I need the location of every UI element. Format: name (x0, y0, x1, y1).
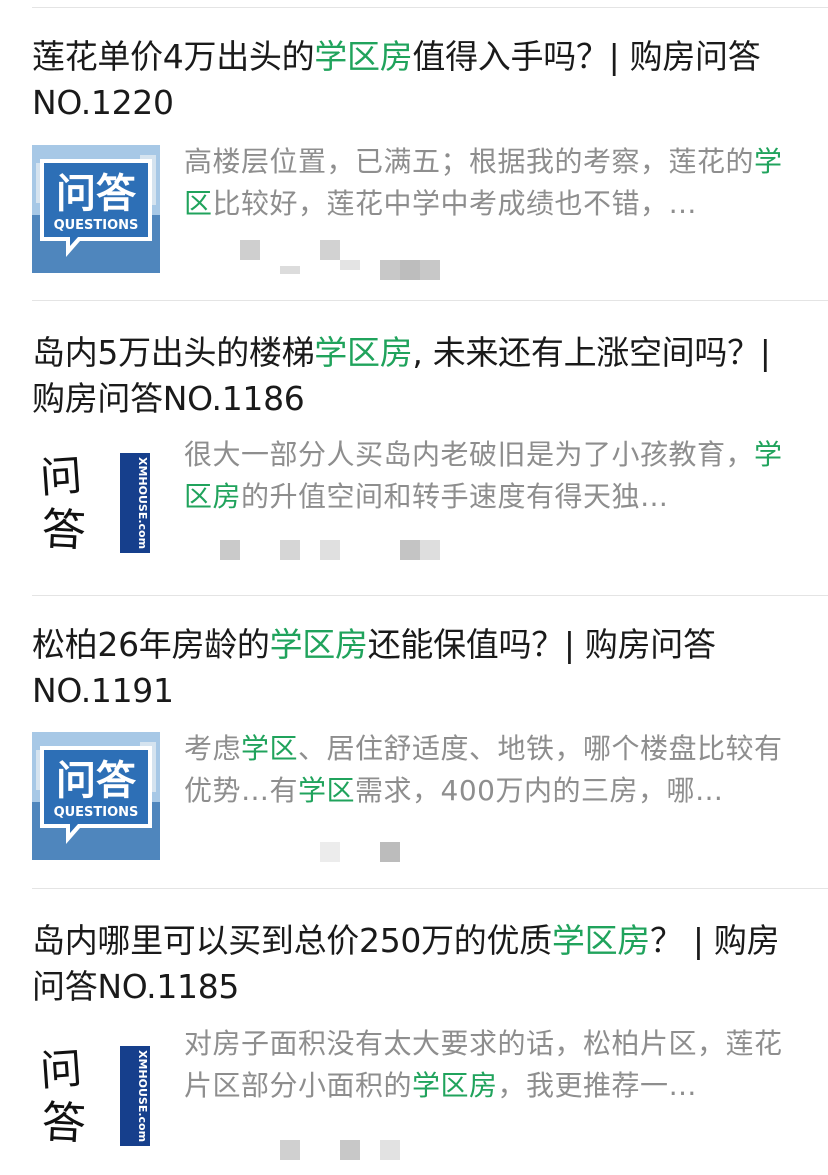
snippet-keyword: 学区房 (412, 1069, 498, 1102)
article-title[interactable]: 岛内哪里可以买到总价250万的优质学区房？ | 购房问答NO.1185 (32, 918, 807, 1010)
title-keyword: 学区房 (314, 37, 413, 76)
snippet-keyword: 学区 (241, 732, 299, 765)
snippet-text: 高楼层位置，已满五；根据我的考察，莲花的 (184, 145, 755, 178)
title-text: 岛内哪里可以买到总价250万的优质 (32, 921, 552, 960)
badge-sublabel: QUESTIONS (54, 218, 139, 233)
snippet-text: 很大一部分人买岛内老破旧是为了小孩教育， (184, 438, 755, 471)
title-text: 莲花单价4万出头的 (32, 37, 315, 76)
article-title[interactable]: 莲花单价4万出头的学区房值得入手吗？| 购房问答NO.1220 (32, 34, 807, 126)
questions-badge-thumbnail[interactable]: 问答 QUESTIONS (32, 145, 160, 273)
title-keyword: 学区房 (314, 333, 413, 372)
calligraphy-label: 答 (40, 1097, 87, 1150)
badge-sublabel: QUESTIONS (54, 805, 139, 820)
snippet-text: 的升值空间和转手速度有得天独… (241, 480, 669, 513)
divider (32, 300, 828, 301)
snippet-text: ，我更推荐一… (497, 1069, 698, 1102)
calligraphy-label: 问 (38, 451, 83, 503)
snippet-keyword: 学区 (298, 774, 356, 807)
article-item[interactable]: 岛内哪里可以买到总价250万的优质学区房？ | 购房问答NO.1185 问 答 … (0, 918, 828, 1175)
badge-label: 问答 (56, 758, 137, 804)
title-text: 松柏26年房龄的 (32, 625, 270, 664)
article-snippet: 对房子面积没有太大要求的话，松柏片区，莲花片区部分小面积的学区房，我更推荐一… (184, 1023, 804, 1107)
calligraphy-label: 答 (40, 504, 87, 557)
brand-vertical-text: XMHOUSE.com (136, 457, 149, 549)
article-item[interactable]: 莲花单价4万出头的学区房值得入手吗？| 购房问答NO.1220 问答 QUEST… (0, 34, 828, 304)
snippet-text: 需求，400万内的三房，哪… (355, 774, 724, 807)
article-snippet: 很大一部分人买岛内老破旧是为了小孩教育，学区房的升值空间和转手速度有得天独… (184, 434, 804, 518)
title-keyword: 学区房 (269, 625, 368, 664)
divider (32, 595, 828, 596)
article-item[interactable]: 松柏26年房龄的学区房还能保值吗？| 购房问答NO.1191 问答 QUESTI… (0, 622, 828, 892)
calligraphy-logo-thumbnail[interactable]: 问 答 XMHOUSE.com (32, 435, 160, 563)
title-keyword: 学区房 (551, 921, 650, 960)
article-snippet: 考虑学区、居住舒适度、地铁，哪个楼盘比较有优势…有学区需求，400万内的三房，哪… (184, 728, 804, 812)
calligraphy-label: 问 (38, 1044, 83, 1096)
calligraphy-logo-thumbnail[interactable]: 问 答 XMHOUSE.com (32, 1028, 160, 1156)
brand-vertical-text: XMHOUSE.com (136, 1050, 149, 1142)
title-text: 岛内5万出头的楼梯 (32, 333, 315, 372)
questions-badge-thumbnail[interactable]: 问答 QUESTIONS (32, 732, 160, 860)
article-title[interactable]: 岛内5万出头的楼梯学区房, 未来还有上涨空间吗？| 购房问答NO.1186 (32, 330, 807, 422)
snippet-text: 比较好，莲花中学中考成绩也不错，… (212, 187, 698, 220)
article-title[interactable]: 松柏26年房龄的学区房还能保值吗？| 购房问答NO.1191 (32, 622, 807, 714)
badge-label: 问答 (56, 171, 137, 217)
article-item[interactable]: 岛内5万出头的楼梯学区房, 未来还有上涨空间吗？| 购房问答NO.1186 问 … (0, 330, 828, 600)
article-snippet: 高楼层位置，已满五；根据我的考察，莲花的学区比较好，莲花中学中考成绩也不错，… (184, 141, 804, 225)
divider (32, 888, 828, 889)
snippet-text: 考虑 (184, 732, 242, 765)
divider (32, 7, 828, 8)
